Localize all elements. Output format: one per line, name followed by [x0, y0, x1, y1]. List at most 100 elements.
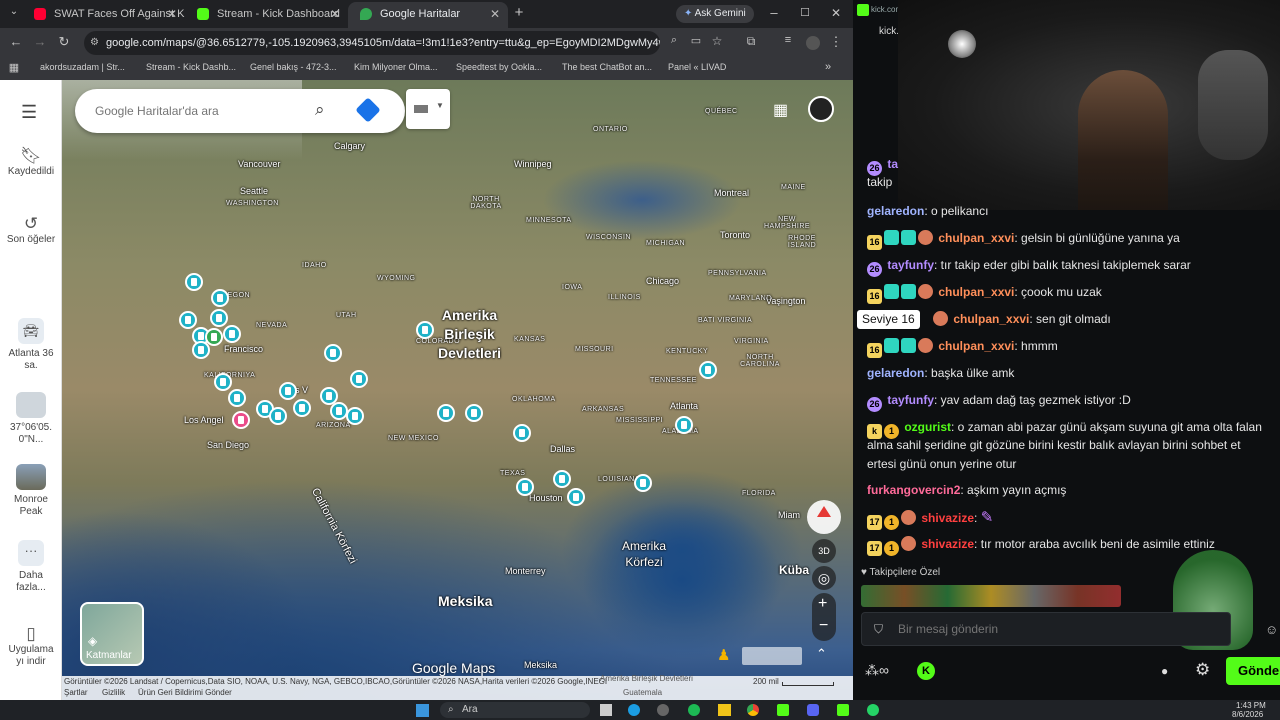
close-icon[interactable]: ✕ — [490, 2, 500, 26]
back-arrow-icon[interactable]: ← — [8, 34, 24, 49]
task-view-icon[interactable] — [600, 704, 612, 716]
feedback-link[interactable]: Ürün Geri Bildirimi Gönder — [138, 688, 232, 697]
reload-icon[interactable]: ↻ — [56, 34, 72, 50]
bookmark-item[interactable]: Speedtest by Ookla... — [456, 62, 542, 72]
saved-place-marker[interactable] — [223, 325, 241, 343]
file-explorer-icon[interactable] — [718, 704, 731, 716]
gear-icon[interactable]: ⚙ — [1195, 660, 1210, 680]
saved-place-marker[interactable] — [513, 424, 531, 442]
saved-place-marker[interactable] — [179, 311, 197, 329]
points-icon[interactable]: ⁂∞ — [865, 662, 889, 679]
saved-place-marker[interactable] — [211, 289, 229, 307]
rail-recent[interactable]: ↺ Son öğeler — [0, 215, 62, 246]
send-button[interactable]: Gönder — [1226, 657, 1280, 685]
close-icon[interactable]: ✕ — [330, 2, 340, 26]
hamburger-menu-icon[interactable]: ☰ — [21, 102, 37, 123]
compass-control[interactable] — [807, 500, 841, 534]
whatsapp-icon[interactable] — [867, 704, 879, 716]
search-input[interactable] — [95, 89, 295, 133]
emote-bar[interactable] — [861, 585, 1121, 607]
chat-username[interactable]: chulpan_xxvi — [938, 339, 1014, 353]
user-avatar[interactable] — [808, 96, 834, 122]
clock-time[interactable]: 1:43 PM — [1236, 701, 1266, 710]
saved-place-marker[interactable] — [567, 488, 585, 506]
chat-username[interactable]: shivazize — [921, 537, 974, 551]
start-button[interactable] — [416, 704, 429, 717]
favorite-heart-marker[interactable] — [232, 411, 250, 429]
saved-place-marker[interactable] — [675, 416, 693, 434]
maximize-button[interactable]: ☐ — [797, 6, 813, 19]
bookmark-item[interactable]: The best ChatBot an... — [562, 62, 652, 72]
zoom-out-button[interactable]: − — [819, 617, 828, 635]
saved-place-marker[interactable] — [346, 407, 364, 425]
3d-toggle[interactable]: 3D — [812, 539, 836, 563]
chat-username[interactable]: gelaredon — [867, 204, 924, 218]
tab-youtube[interactable]: SWAT Faces Off Against Killer 4 ✕ — [22, 2, 185, 28]
bookmark-item[interactable]: Kim Milyoner Olma... — [354, 62, 438, 72]
chat-username[interactable]: chulpan_xxvi — [953, 312, 1029, 326]
my-location-icon[interactable]: ◎ — [812, 566, 836, 590]
saved-place-marker[interactable] — [269, 407, 287, 425]
rail-monroe-peak[interactable]: Monroe Peak — [0, 464, 62, 518]
saved-place-marker[interactable] — [279, 382, 297, 400]
chat-username[interactable]: ta — [887, 157, 898, 171]
privacy-link[interactable]: Gizlilik — [102, 688, 125, 697]
saved-place-marker[interactable] — [350, 370, 368, 388]
extensions-icon[interactable]: ⧉ — [743, 34, 759, 49]
cast-icon[interactable]: ▭ — [688, 34, 704, 47]
expand-up-icon[interactable]: ⌃ — [816, 646, 827, 662]
apps-grid-icon[interactable]: ▦ — [773, 100, 788, 120]
taskbar-search[interactable]: ⌕ Ara — [440, 702, 590, 718]
rail-saved[interactable]: 🔖︎ Kaydedildi — [0, 147, 62, 178]
map-type-dropdown[interactable]: ▼ — [406, 89, 450, 129]
chat-username[interactable]: chulpan_xxvi — [938, 285, 1014, 299]
chat-username[interactable]: gelaredon — [867, 366, 924, 380]
bookmark-item[interactable]: akordsuzadam | Str... — [40, 62, 125, 72]
tab-google-maps[interactable]: Google Haritalar ✕ — [348, 2, 508, 28]
window-close-button[interactable]: ✕ — [828, 6, 844, 20]
saved-place-marker[interactable] — [214, 373, 232, 391]
rail-more[interactable]: ··· Daha fazla... — [0, 540, 62, 594]
spotify-icon[interactable] — [688, 704, 700, 716]
close-icon[interactable]: ✕ — [167, 2, 177, 26]
discord-icon[interactable] — [807, 704, 819, 716]
imagery-thumbnails[interactable] — [742, 647, 802, 665]
directions-icon[interactable] — [355, 97, 381, 123]
chat-username[interactable]: tayfunfy — [887, 258, 934, 272]
chat-username[interactable]: tayfunfy — [887, 393, 934, 407]
ask-gemini-button[interactable]: ✦ Ask Gemini — [676, 5, 754, 23]
obs-icon[interactable] — [657, 704, 669, 716]
new-tab-button[interactable]: + — [511, 4, 527, 21]
saved-place-marker[interactable] — [634, 474, 652, 492]
bookmark-item[interactable]: Genel bakış - 472-3... — [250, 62, 337, 72]
saved-place-marker[interactable] — [465, 404, 483, 422]
kick-app-icon[interactable] — [777, 704, 789, 716]
saved-place-marker[interactable] — [416, 321, 434, 339]
media-icon[interactable]: ≡ — [780, 34, 796, 46]
saved-place-marker[interactable] — [228, 389, 246, 407]
scale-label[interactable]: 200 mil — [753, 677, 779, 686]
forward-arrow-icon[interactable]: → — [32, 34, 48, 49]
site-info-icon[interactable]: ⚙ — [90, 31, 99, 55]
rail-atlanta[interactable]: 🚘︎ Atlanta 36 sa. — [0, 318, 62, 372]
satellite-map[interactable]: ONTARIO QUÉBEC Calgary Winnipeg Vancouve… — [62, 80, 853, 700]
profile-avatar[interactable] — [806, 36, 820, 50]
clock-date[interactable]: 8/6/2026 — [1232, 710, 1263, 719]
chat-username[interactable]: shivazize — [921, 511, 974, 525]
rail-coordinates[interactable]: 37°06'05. 0"N... — [0, 392, 62, 446]
saved-place-marker[interactable] — [437, 404, 455, 422]
tab-search-icon[interactable]: ⌄ — [6, 6, 22, 17]
bookmark-item[interactable]: Stream - Kick Dashb... — [146, 62, 236, 72]
saved-place-marker[interactable] — [553, 470, 571, 488]
pegman-icon[interactable]: ♟ — [717, 646, 730, 664]
saved-place-marker[interactable] — [699, 361, 717, 379]
saved-place-marker[interactable] — [324, 344, 342, 362]
zoom-icon[interactable]: ⌕ — [666, 34, 682, 47]
chat-username[interactable]: furkangovercin2 — [867, 483, 960, 497]
chat-bubble-icon[interactable]: ● — [1161, 664, 1168, 678]
minimize-button[interactable]: – — [766, 5, 782, 20]
saved-place-marker[interactable] — [185, 273, 203, 291]
emoji-icon[interactable]: ☺ — [1265, 622, 1278, 637]
chat-username[interactable]: chulpan_xxvi — [938, 231, 1014, 245]
zoom-in-button[interactable]: + — [818, 595, 827, 613]
